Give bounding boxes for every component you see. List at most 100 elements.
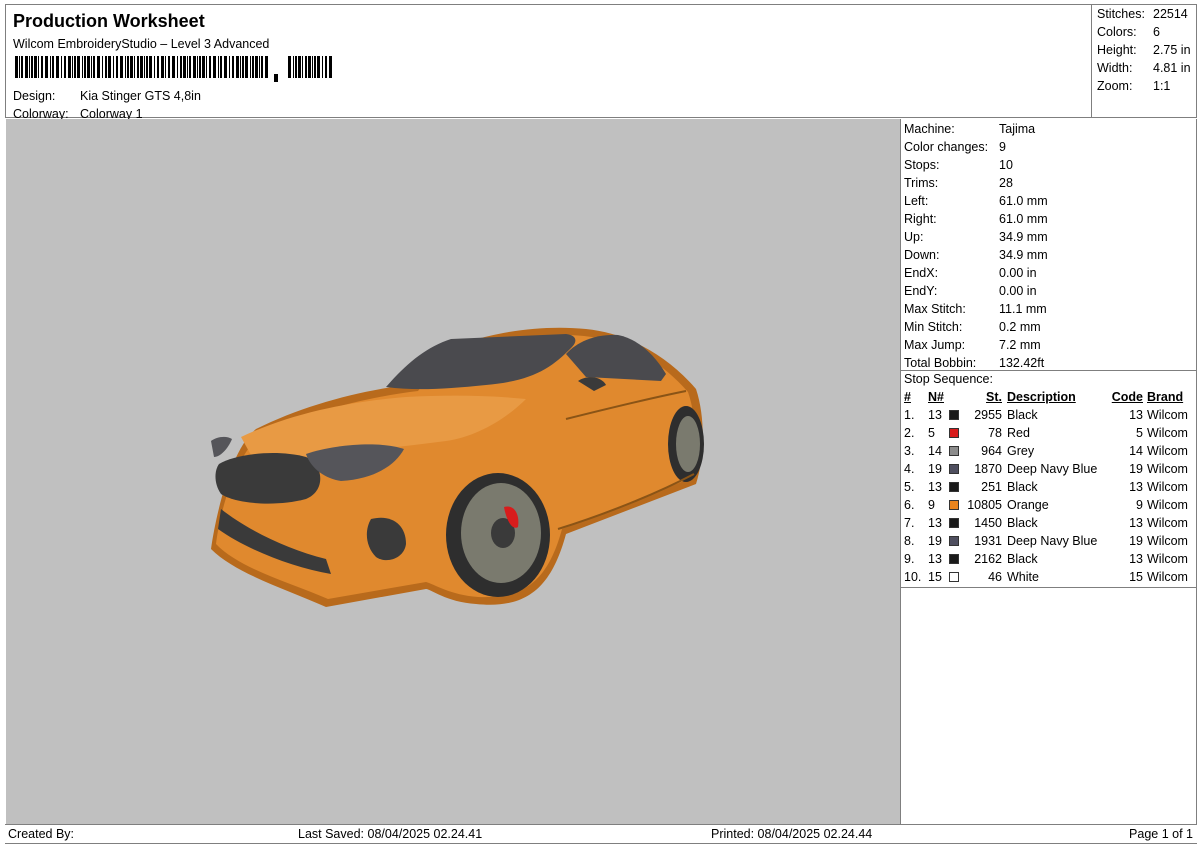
stop-n: 9 xyxy=(928,498,935,512)
stop-st: 78 xyxy=(988,426,1002,440)
machine-stat-value: 0.00 in xyxy=(999,266,1037,280)
stop-row: 3. 14 964 Grey 14 Wilcom xyxy=(901,443,1196,461)
col-n: N# xyxy=(928,390,944,404)
stop-n: 13 xyxy=(928,408,942,422)
car-embroidery-image xyxy=(211,327,704,607)
barcode xyxy=(15,56,332,82)
machine-stat-value: 10 xyxy=(999,158,1013,172)
machine-stat-row: Max Jump: 7.2 mm xyxy=(904,337,1041,355)
stat-stitches: Stitches: 22514 xyxy=(1097,7,1188,21)
stop-n: 13 xyxy=(928,516,942,530)
machine-stat-label: Right: xyxy=(904,212,937,226)
machine-stat-value: 11.1 mm xyxy=(999,302,1047,316)
machine-stat-value: 7.2 mm xyxy=(999,338,1041,352)
stop-sequence-title: Stop Sequence: xyxy=(904,372,993,386)
color-swatch xyxy=(949,482,959,492)
stop-idx: 8. xyxy=(904,534,915,548)
design-preview xyxy=(6,119,900,824)
machine-stat-row: EndY: 0.00 in xyxy=(904,283,1037,301)
stop-brand: Wilcom xyxy=(1147,516,1188,530)
worksheet-title: Production Worksheet xyxy=(13,11,205,31)
color-swatch xyxy=(949,572,959,582)
stop-brand: Wilcom xyxy=(1147,408,1188,422)
stop-brand: Wilcom xyxy=(1147,570,1188,584)
stop-n: 14 xyxy=(928,444,942,458)
software-name: Wilcom EmbroideryStudio – Level 3 Advanc… xyxy=(13,37,270,51)
stop-row: 2. 5 78 Red 5 Wilcom xyxy=(901,425,1196,443)
stop-desc: Red xyxy=(1007,426,1030,440)
machine-stat-row: Color changes: 9 xyxy=(904,139,1006,157)
machine-stat-value: 61.0 mm xyxy=(999,212,1048,226)
color-swatch xyxy=(949,554,959,564)
stop-code: 15 xyxy=(1129,570,1143,584)
stop-st: 1931 xyxy=(974,534,1002,548)
machine-stat-row: Max Stitch: 11.1 mm xyxy=(904,301,1047,319)
divider xyxy=(901,587,1196,588)
stop-code: 19 xyxy=(1129,462,1143,476)
color-swatch xyxy=(949,428,959,438)
stop-desc: Black xyxy=(1007,480,1038,494)
stop-brand: Wilcom xyxy=(1147,498,1188,512)
col-brand: Brand xyxy=(1147,390,1184,404)
stop-row: 9. 13 2162 Black 13 Wilcom xyxy=(901,551,1196,569)
stop-idx: 6. xyxy=(904,498,915,512)
machine-stat-value: 61.0 mm xyxy=(999,194,1048,208)
stop-idx: 7. xyxy=(904,516,915,530)
stat-zoom: Zoom: 1:1 xyxy=(1097,79,1171,93)
stop-code: 13 xyxy=(1129,516,1143,530)
stop-code: 13 xyxy=(1129,408,1143,422)
stop-n: 13 xyxy=(928,552,942,566)
machine-stat-label: Down: xyxy=(904,248,940,262)
stop-brand: Wilcom xyxy=(1147,462,1188,476)
stop-sequence-header: # N# St. Description Code Brand xyxy=(901,389,1196,407)
machine-stat-value: 0.00 in xyxy=(999,284,1037,298)
stop-n: 15 xyxy=(928,570,942,584)
stop-code: 9 xyxy=(1136,498,1143,512)
stop-desc: Deep Navy Blue xyxy=(1007,534,1098,548)
stop-st: 2162 xyxy=(974,552,1002,566)
col-code: Code xyxy=(1111,390,1143,404)
stop-row: 4. 19 1870 Deep Navy Blue 19 Wilcom xyxy=(901,461,1196,479)
machine-stat-label: Max Jump: xyxy=(904,338,966,352)
machine-info-panel: Machine: Tajima Color changes: 9 Stops: 10 Tri… xyxy=(900,119,1197,824)
stop-st: 251 xyxy=(981,480,1002,494)
machine-stat-label: Left: xyxy=(904,194,929,208)
machine-stat-row: Trims: 28 xyxy=(904,175,1013,193)
stop-code: 13 xyxy=(1129,552,1143,566)
color-swatch xyxy=(949,464,959,474)
machine-stat-label: EndY: xyxy=(904,284,938,298)
stop-n: 19 xyxy=(928,534,942,548)
printed-date: Printed: 08/04/2025 02.24.44 xyxy=(711,827,873,841)
color-swatch xyxy=(949,536,959,546)
stop-st: 1870 xyxy=(974,462,1002,476)
stop-code: 5 xyxy=(1136,426,1143,440)
stop-st: 10805 xyxy=(967,498,1002,512)
color-swatch xyxy=(949,446,959,456)
machine-stat-value: 28 xyxy=(999,176,1013,190)
stop-row: 1. 13 2955 Black 13 Wilcom xyxy=(901,407,1196,425)
stat-width: Width: 4.81 in xyxy=(1097,61,1191,75)
summary-stats: Stitches: 22514 Colors: 6 Height: 2.75 in W… xyxy=(1091,4,1197,118)
stop-n: 19 xyxy=(928,462,942,476)
design-label: Design: xyxy=(13,89,56,103)
machine-stat-row: EndX: 0.00 in xyxy=(904,265,1037,283)
machine-stat-row: Left: 61.0 mm xyxy=(904,193,1048,211)
stop-row: 6. 9 10805 Orange 9 Wilcom xyxy=(901,497,1196,515)
stop-code: 14 xyxy=(1129,444,1143,458)
created-by: Created By: xyxy=(8,827,75,841)
stop-idx: 4. xyxy=(904,462,915,476)
stat-colors: Colors: 6 xyxy=(1097,25,1160,39)
stop-n: 13 xyxy=(928,480,942,494)
stop-n: 5 xyxy=(928,426,935,440)
design-row: Design: Kia Stinger GTS 4,8in xyxy=(13,89,201,103)
machine-stat-value: 34.9 mm xyxy=(999,230,1048,244)
last-saved: Last Saved: 08/04/2025 02.24.41 xyxy=(298,827,483,841)
stop-desc: Black xyxy=(1007,408,1038,422)
machine-stat-label: Stops: xyxy=(904,158,940,172)
stop-desc: Black xyxy=(1007,552,1038,566)
stop-desc: Orange xyxy=(1007,498,1049,512)
machine-stat-value: 0.2 mm xyxy=(999,320,1041,334)
stop-st: 2955 xyxy=(974,408,1002,422)
machine-stat-label: Machine: xyxy=(904,122,955,136)
stop-brand: Wilcom xyxy=(1147,480,1188,494)
